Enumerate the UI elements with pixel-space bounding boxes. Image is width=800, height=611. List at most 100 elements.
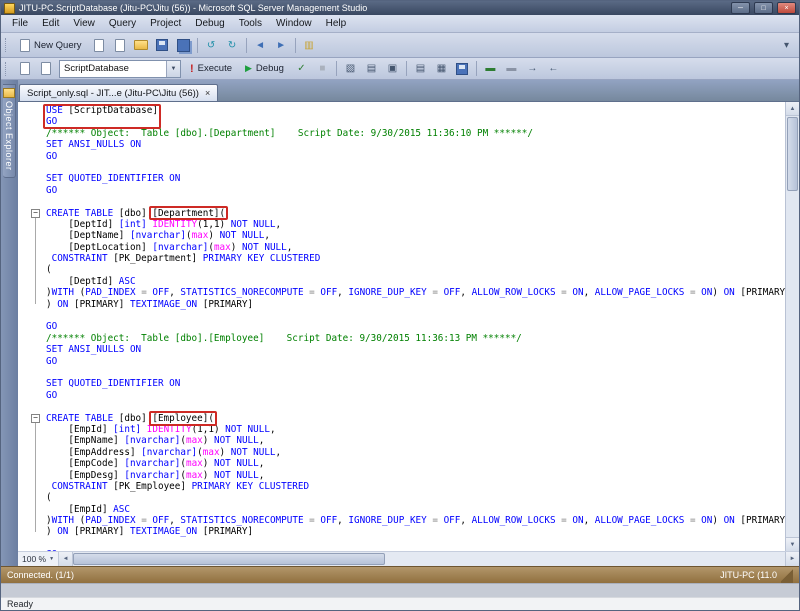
undo-icon[interactable]: ↺ bbox=[201, 36, 222, 55]
toolbar-grip[interactable] bbox=[5, 38, 9, 52]
code-line[interactable]: ) ON [PRIMARY] TEXTIMAGE_ON [PRIMARY] bbox=[18, 526, 785, 537]
menu-item-help[interactable]: Help bbox=[319, 17, 354, 30]
navigate-back-icon[interactable]: ◄ bbox=[250, 36, 271, 55]
code-line[interactable]: SET ANSI_NULLS ON bbox=[18, 344, 785, 355]
estimated-plan-icon[interactable]: ▧ bbox=[340, 59, 361, 78]
cancel-query-icon[interactable]: ■ bbox=[312, 59, 333, 78]
new-query-button[interactable]: New Query bbox=[14, 36, 88, 55]
scroll-up-icon[interactable]: ▲ bbox=[786, 102, 799, 116]
code-line[interactable]: [EmpDesg] [nvarchar](max) NOT NULL, bbox=[18, 470, 785, 481]
code-line[interactable]: GO bbox=[18, 116, 785, 127]
execute-button[interactable]: ! Execute bbox=[184, 59, 238, 78]
toolbar-grip[interactable] bbox=[5, 62, 9, 76]
open-file-icon[interactable] bbox=[131, 36, 152, 55]
fold-collapse-icon[interactable]: − bbox=[31, 209, 40, 218]
menu-item-query[interactable]: Query bbox=[102, 17, 143, 30]
code-line[interactable]: [DeptName] [nvarchar](max) NOT NULL, bbox=[18, 230, 785, 241]
redo-icon[interactable]: ↻ bbox=[222, 36, 243, 55]
code-line[interactable]: [EmpId] [int] IDENTITY(1,1) NOT NULL, bbox=[18, 424, 785, 435]
code-line[interactable] bbox=[18, 401, 785, 412]
code-line[interactable]: [EmpCode] [nvarchar](max) NOT NULL, bbox=[18, 458, 785, 469]
code-line[interactable]: [EmpAddress] [nvarchar](max) NOT NULL, bbox=[18, 447, 785, 458]
results-to-file-icon[interactable] bbox=[452, 59, 473, 78]
activity-monitor-icon[interactable]: ▥ bbox=[299, 36, 320, 55]
code-area[interactable]: USE [ScriptDatabase]GO/****** Object: Ta… bbox=[18, 102, 785, 551]
code-line[interactable]: GO bbox=[18, 151, 785, 162]
horizontal-scroll-track[interactable] bbox=[385, 552, 785, 566]
save-all-icon[interactable] bbox=[173, 36, 194, 55]
minimize-button[interactable]: ─ bbox=[731, 2, 750, 14]
debug-button[interactable]: ▶ Debug bbox=[239, 59, 290, 78]
code-line[interactable]: /****** Object: Table [dbo].[Employee] S… bbox=[18, 333, 785, 344]
navigate-forward-icon[interactable]: ► bbox=[271, 36, 292, 55]
comment-icon[interactable]: ▬ bbox=[480, 59, 501, 78]
menu-item-project[interactable]: Project bbox=[143, 17, 188, 30]
scroll-right-icon[interactable]: ► bbox=[785, 552, 799, 566]
menu-item-window[interactable]: Window bbox=[269, 17, 319, 30]
code-line[interactable]: GO bbox=[18, 356, 785, 367]
analysis-services-query-icon[interactable] bbox=[110, 36, 131, 55]
code-line[interactable]: SET QUOTED_IDENTIFIER ON bbox=[18, 378, 785, 389]
code-line[interactable]: SET QUOTED_IDENTIFIER ON bbox=[18, 173, 785, 184]
vertical-scroll-thumb[interactable] bbox=[787, 117, 798, 191]
horizontal-scroll-thumb[interactable] bbox=[73, 553, 385, 565]
object-explorer-tab[interactable]: Object Explorer bbox=[3, 84, 16, 178]
database-engine-query-icon[interactable] bbox=[89, 36, 110, 55]
code-line[interactable]: [DeptLocation] [nvarchar](max) NOT NULL, bbox=[18, 242, 785, 253]
code-line[interactable]: ) ON [PRIMARY] TEXTIMAGE_ON [PRIMARY] bbox=[18, 299, 785, 310]
code-line[interactable]: [EmpId] ASC bbox=[18, 504, 785, 515]
connect-icon[interactable] bbox=[14, 59, 35, 78]
code-line[interactable]: )WITH (PAD_INDEX = OFF, STATISTICS_NOREC… bbox=[18, 515, 785, 526]
code-line[interactable] bbox=[18, 367, 785, 378]
indent-icon[interactable]: → bbox=[522, 59, 543, 78]
toolbar-options-icon[interactable]: ▾ bbox=[776, 36, 797, 55]
code-line[interactable]: CONSTRAINT [PK_Department] PRIMARY KEY C… bbox=[18, 253, 785, 264]
code-line[interactable]: −CREATE TABLE [dbo].[Employee]( bbox=[18, 413, 785, 424]
code-line[interactable] bbox=[18, 538, 785, 549]
menu-item-tools[interactable]: Tools bbox=[232, 17, 269, 30]
fold-collapse-icon[interactable]: − bbox=[31, 414, 40, 423]
menu-item-view[interactable]: View bbox=[66, 17, 102, 30]
code-line[interactable]: GO bbox=[18, 390, 785, 401]
scroll-down-icon[interactable]: ▼ bbox=[786, 537, 799, 551]
menu-item-edit[interactable]: Edit bbox=[35, 17, 66, 30]
results-to-text-icon[interactable]: ▤ bbox=[410, 59, 431, 78]
code-line[interactable]: /****** Object: Table [dbo].[Department]… bbox=[18, 128, 785, 139]
change-connection-icon[interactable] bbox=[35, 59, 56, 78]
menu-item-file[interactable]: File bbox=[5, 17, 35, 30]
close-button[interactable]: × bbox=[777, 2, 796, 14]
code-line[interactable]: ( bbox=[18, 492, 785, 503]
results-to-grid-icon[interactable]: ▦ bbox=[431, 59, 452, 78]
code-line[interactable]: USE [ScriptDatabase] bbox=[18, 105, 785, 116]
outdent-icon[interactable]: ← bbox=[543, 59, 564, 78]
code-line[interactable] bbox=[18, 196, 785, 207]
tab-close-icon[interactable]: × bbox=[205, 89, 210, 98]
code-line[interactable]: [EmpName] [nvarchar](max) NOT NULL, bbox=[18, 435, 785, 446]
code-line[interactable] bbox=[18, 162, 785, 173]
uncomment-icon[interactable]: ▬ bbox=[501, 59, 522, 78]
code-line[interactable]: [DeptId] [int] IDENTITY(1,1) NOT NULL, bbox=[18, 219, 785, 230]
code-line[interactable] bbox=[18, 310, 785, 321]
code-line[interactable]: )WITH (PAD_INDEX = OFF, STATISTICS_NOREC… bbox=[18, 287, 785, 298]
zoom-select[interactable]: 100 % ▼ bbox=[18, 552, 59, 566]
scroll-left-icon[interactable]: ◄ bbox=[59, 552, 73, 566]
code-line[interactable]: GO bbox=[18, 549, 785, 551]
available-databases-combo[interactable]: ScriptDatabase ▼ bbox=[59, 60, 181, 78]
vertical-scrollbar[interactable]: ▲ ▼ bbox=[785, 102, 799, 551]
save-icon[interactable] bbox=[152, 36, 173, 55]
maximize-button[interactable]: □ bbox=[754, 2, 773, 14]
intellisense-icon[interactable]: ▣ bbox=[382, 59, 403, 78]
code-line[interactable]: −CREATE TABLE [dbo].[Department]( bbox=[18, 208, 785, 219]
query-options-icon[interactable]: ▤ bbox=[361, 59, 382, 78]
code-line[interactable]: ( bbox=[18, 264, 785, 275]
code-line[interactable]: CONSTRAINT [PK_Employee] PRIMARY KEY CLU… bbox=[18, 481, 785, 492]
code-line[interactable]: GO bbox=[18, 185, 785, 196]
code-line[interactable]: [DeptId] ASC bbox=[18, 276, 785, 287]
resize-grip[interactable] bbox=[781, 567, 793, 583]
menu-item-debug[interactable]: Debug bbox=[188, 17, 231, 30]
parse-icon[interactable]: ✓ bbox=[291, 59, 312, 78]
code-line[interactable]: GO bbox=[18, 321, 785, 332]
horizontal-scrollbar[interactable]: ◄ ► bbox=[59, 552, 799, 566]
chevron-down-icon[interactable]: ▼ bbox=[166, 61, 180, 77]
code-line[interactable]: SET ANSI_NULLS ON bbox=[18, 139, 785, 150]
